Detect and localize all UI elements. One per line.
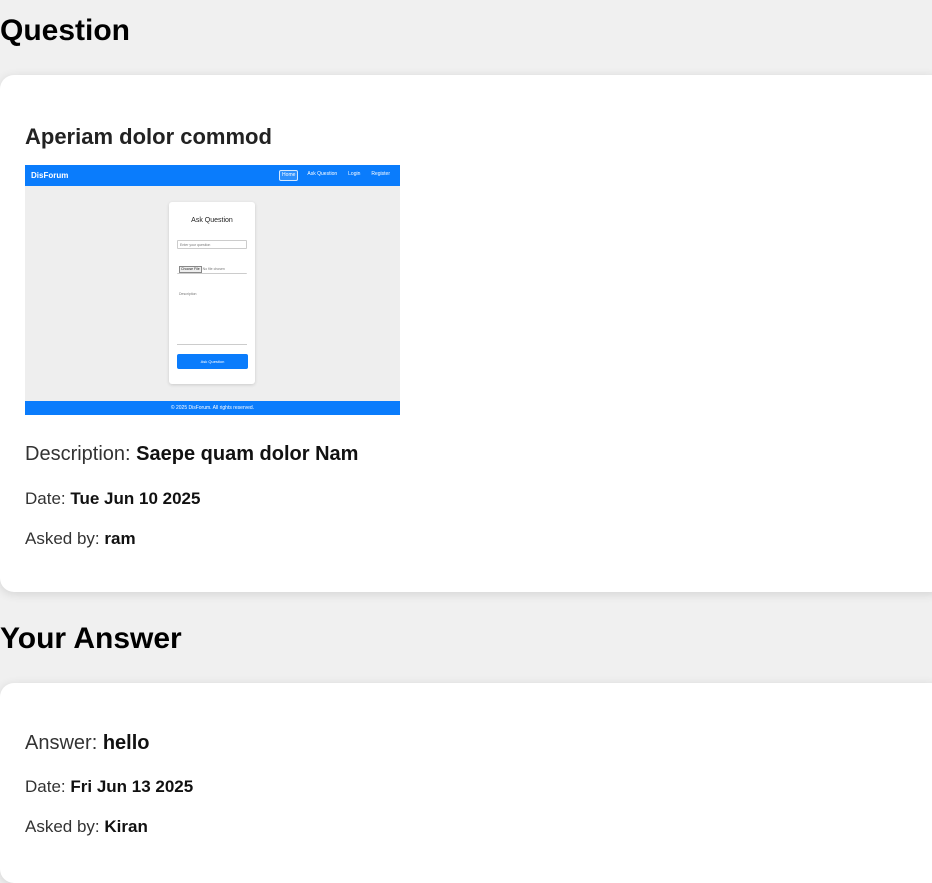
answer-card: Answer: hello Date: Fri Jun 13 2025 Aske… xyxy=(0,683,932,883)
screenshot-brand: DisForum xyxy=(31,171,69,180)
answer-date: Date: Fri Jun 13 2025 xyxy=(25,777,193,797)
question-date-value: Tue Jun 10 2025 xyxy=(70,489,201,508)
screenshot-navbar: DisForum Home Ask Question Login Registe… xyxy=(25,165,400,186)
question-screenshot-image: DisForum Home Ask Question Login Registe… xyxy=(25,165,400,415)
screenshot-nav-login: Login xyxy=(348,171,361,177)
question-date: Date: Tue Jun 10 2025 xyxy=(25,489,200,509)
question-asked-by: Asked by: ram xyxy=(25,529,136,549)
answer-text: Answer: hello xyxy=(25,732,149,755)
answer-asked-by-label: Asked by: xyxy=(25,817,100,836)
screenshot-form-panel: Ask Question Enter your question Choose … xyxy=(169,202,255,384)
question-date-label: Date: xyxy=(25,489,66,508)
description-value: Saepe quam dolor Nam xyxy=(136,443,359,465)
answer-section-heading: Your Answer xyxy=(0,622,182,655)
screenshot-question-input: Enter your question xyxy=(177,240,247,249)
screenshot-description-textarea: Description xyxy=(177,290,247,345)
question-title: Aperiam dolor commod xyxy=(25,124,272,149)
screenshot-nav-home: Home xyxy=(279,170,299,181)
screenshot-form-title: Ask Question xyxy=(191,217,233,224)
question-asked-by-value: ram xyxy=(104,529,136,548)
screenshot-submit-button: Ask Question xyxy=(177,354,248,369)
question-asked-by-label: Asked by: xyxy=(25,529,100,548)
answer-asked-by: Asked by: Kiran xyxy=(25,817,148,837)
description-label: Description: xyxy=(25,443,131,465)
screenshot-nav-register: Register xyxy=(371,171,390,177)
screenshot-file-status: No file chosen xyxy=(202,267,225,271)
screenshot-nav-links: Home Ask Question Login Register xyxy=(279,170,392,181)
answer-asked-by-value: Kiran xyxy=(104,817,148,836)
screenshot-file-input: Choose File No file chosen xyxy=(177,265,247,274)
question-card: Aperiam dolor commod DisForum Home Ask Q… xyxy=(0,75,932,592)
answer-date-value: Fri Jun 13 2025 xyxy=(70,777,194,796)
question-description: Description: Saepe quam dolor Nam xyxy=(25,443,358,466)
answer-value: hello xyxy=(102,732,150,754)
screenshot-footer: © 2025 DisForum. All rights reserved. xyxy=(25,401,400,415)
answer-label: Answer: xyxy=(25,732,98,754)
screenshot-nav-ask: Ask Question xyxy=(307,171,338,177)
question-section-heading: Question xyxy=(0,14,131,47)
answer-date-label: Date: xyxy=(25,777,66,796)
screenshot-choose-file-button: Choose File xyxy=(179,266,202,273)
